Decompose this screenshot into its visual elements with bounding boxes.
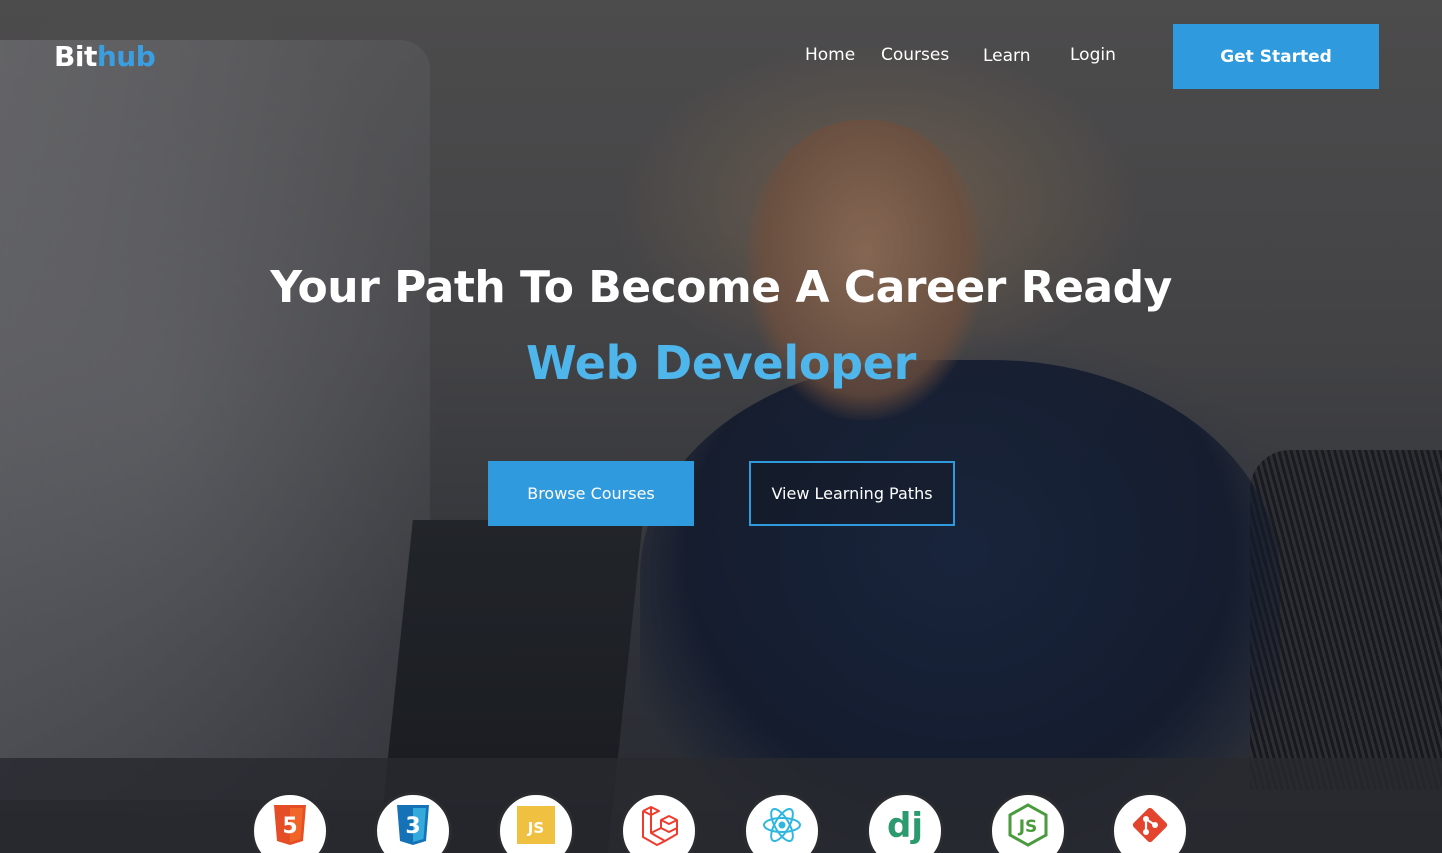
react-icon bbox=[763, 808, 801, 842]
browse-courses-button[interactable]: Browse Courses bbox=[488, 461, 694, 526]
html5-label: 5 bbox=[282, 814, 297, 839]
nav-courses-link[interactable]: Courses bbox=[881, 45, 949, 65]
brand-logo[interactable]: Bithub bbox=[54, 40, 156, 73]
page-content: Bithub Home Courses Learn Login Get Star… bbox=[0, 0, 1442, 853]
get-started-button[interactable]: Get Started bbox=[1173, 24, 1379, 89]
hero-highlight: Web Developer bbox=[525, 336, 917, 390]
hero-headline: Your Path To Become A Career Ready bbox=[270, 262, 1172, 313]
laravel-icon bbox=[642, 806, 678, 846]
brand-logo-part1: Bit bbox=[54, 40, 97, 73]
javascript-label: JS bbox=[527, 819, 544, 837]
nav-home-link[interactable]: Home bbox=[805, 45, 855, 65]
javascript-icon: JS bbox=[517, 806, 555, 844]
css3-label: 3 bbox=[405, 814, 420, 839]
nodejs-icon: JS bbox=[1008, 803, 1048, 847]
css3-icon: 3 bbox=[397, 805, 429, 845]
django-icon: dj bbox=[887, 806, 923, 846]
nav-learn-link[interactable]: Learn bbox=[983, 46, 1031, 66]
html5-icon: 5 bbox=[274, 805, 306, 845]
nodejs-label: JS bbox=[1018, 817, 1038, 837]
django-label: dj bbox=[887, 806, 923, 846]
view-learning-paths-button[interactable]: View Learning Paths bbox=[749, 461, 955, 526]
brand-logo-part2: hub bbox=[96, 40, 156, 73]
git-icon bbox=[1132, 807, 1168, 843]
nav-login-link[interactable]: Login bbox=[1070, 45, 1116, 65]
technology-strip bbox=[0, 758, 1442, 853]
